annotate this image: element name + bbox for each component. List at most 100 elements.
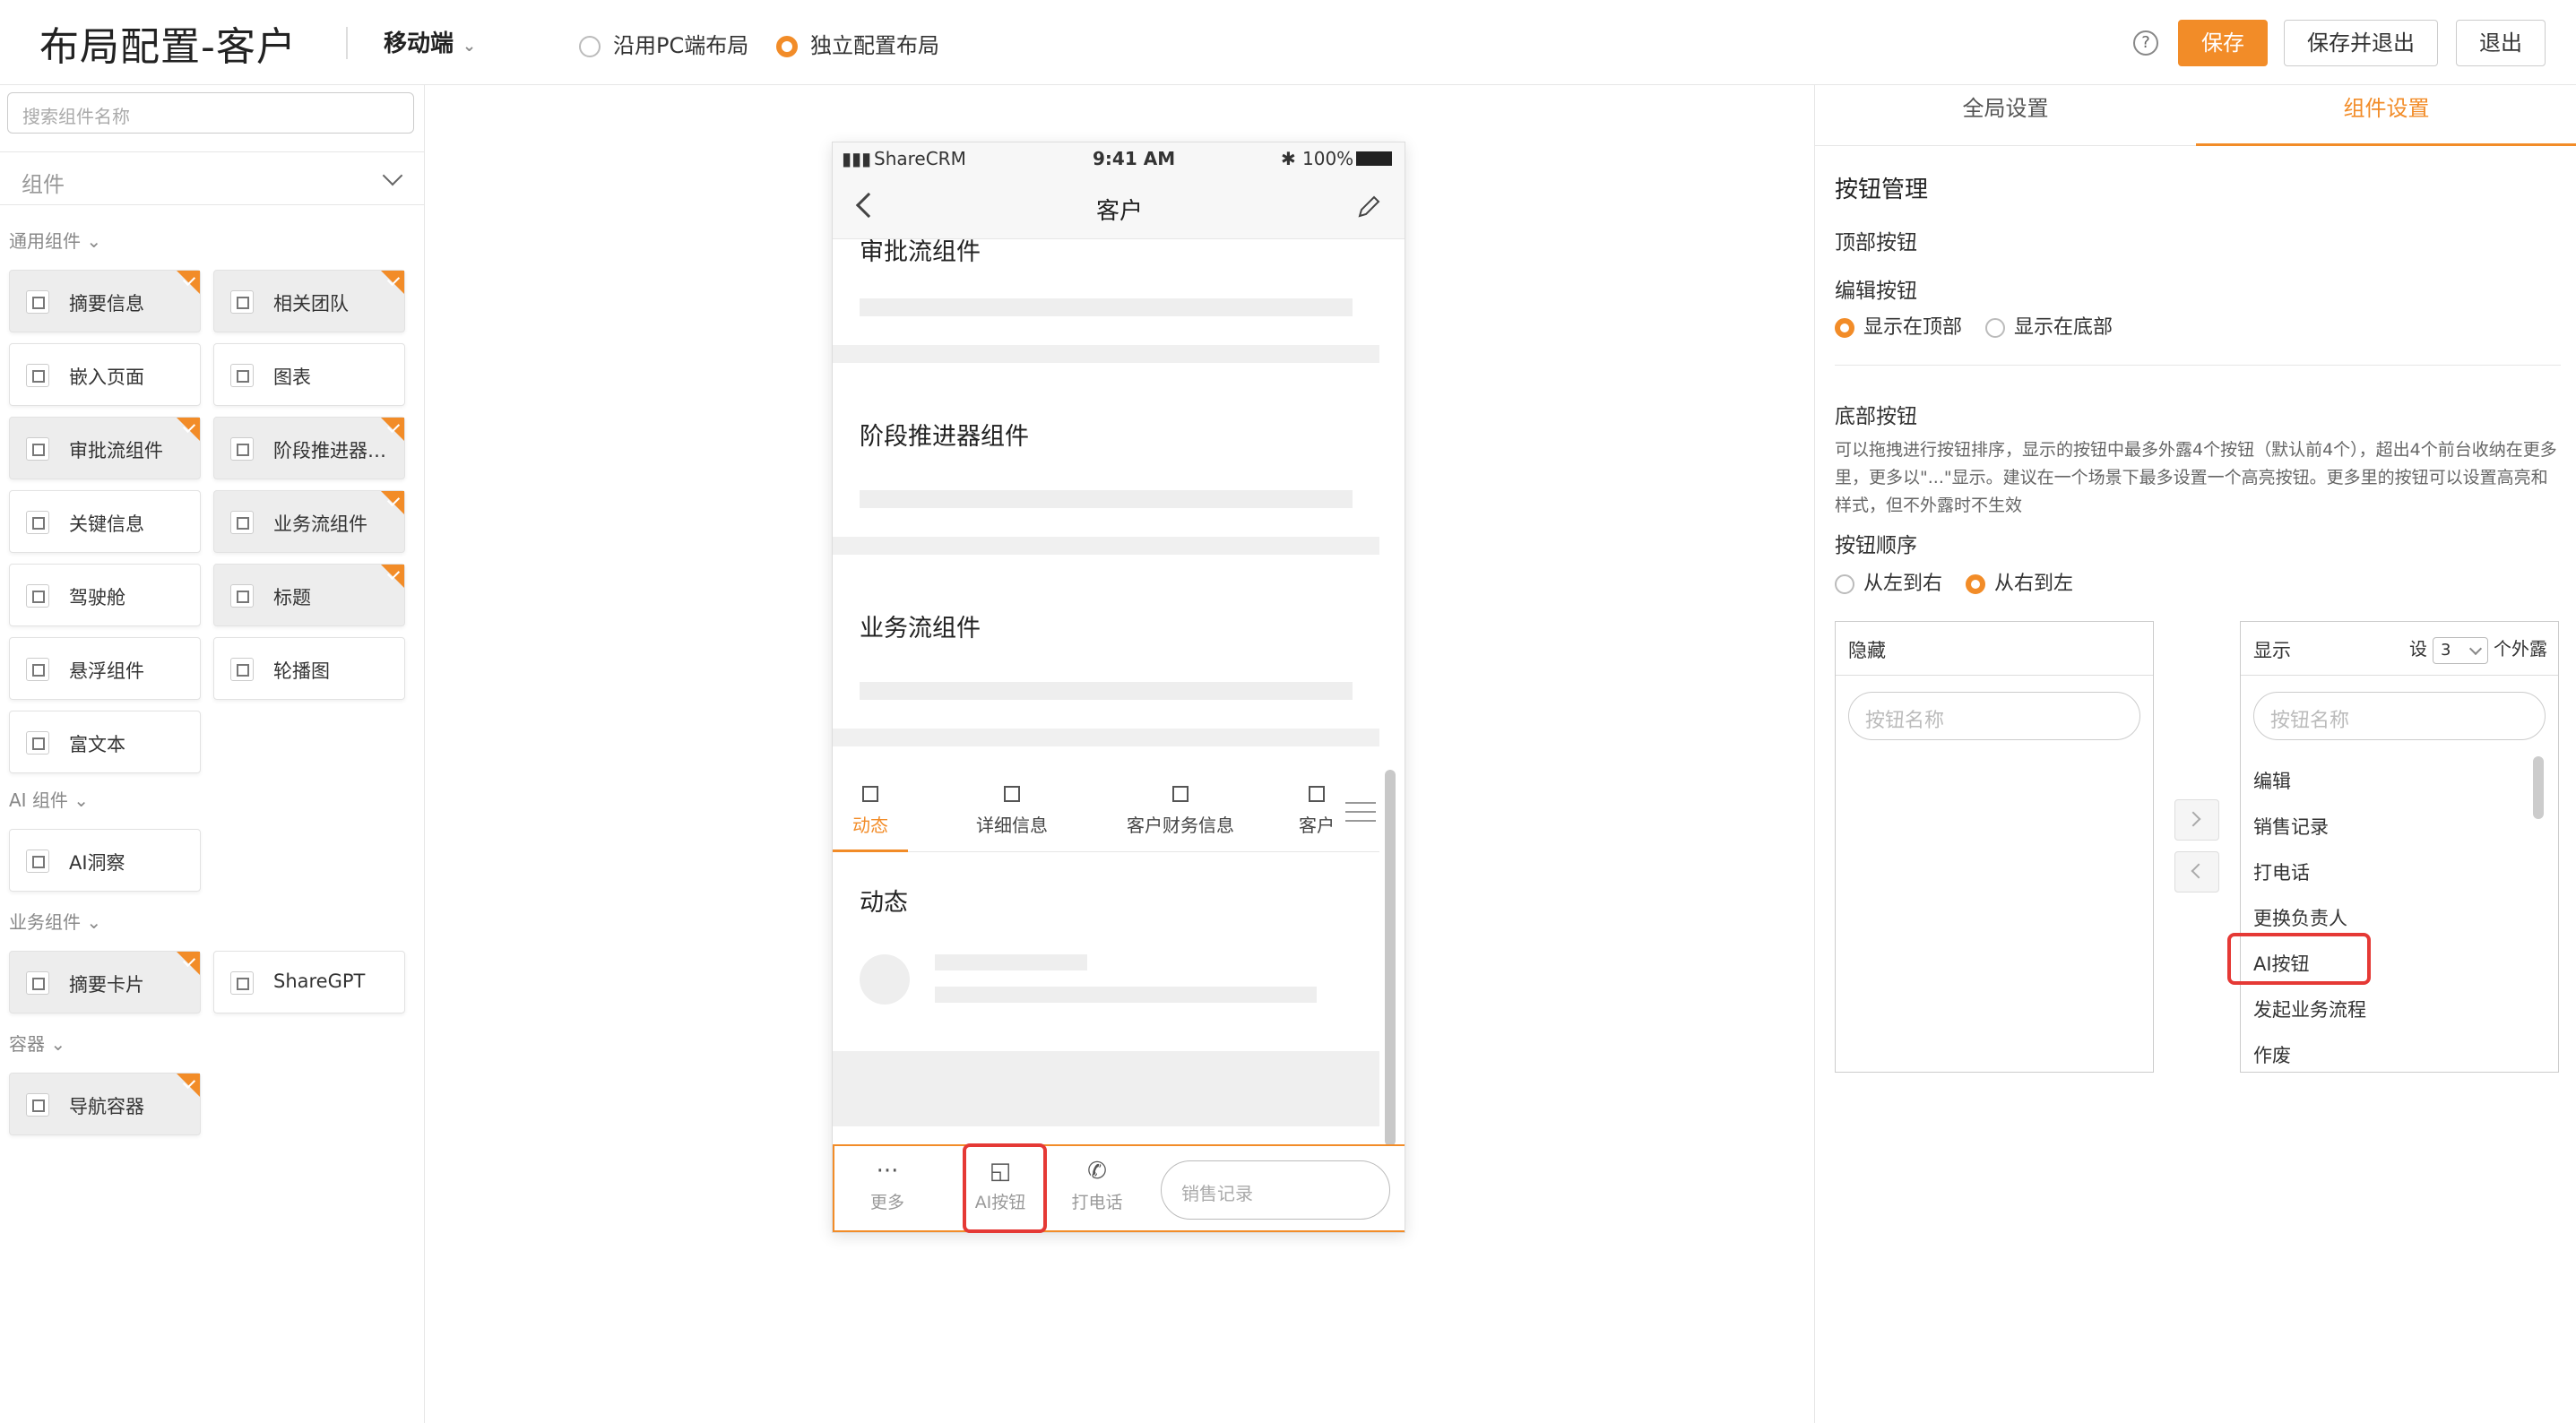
component-tile[interactable]: 阶段推进器… [213,417,405,479]
radio-label: 沿用PC端布局 [613,33,749,58]
radio-independent-layout[interactable]: 独立配置布局 [776,28,939,59]
added-check-icon [381,418,404,441]
radio-show-top[interactable]: 显示在顶部 [1835,311,1962,340]
button-list-item[interactable]: 发起业务流程 [2253,996,2366,1022]
component-icon [26,437,49,461]
expose-count-select[interactable]: 3 [2433,636,2488,664]
component-tile[interactable]: 相关团队 [213,270,405,332]
added-check-icon [381,565,404,588]
sales-record-button[interactable]: 销售记录 [1161,1160,1390,1220]
component-label: 导航容器 [69,1096,144,1117]
component-icon [230,290,254,314]
save-exit-button[interactable]: 保存并退出 [2284,20,2438,66]
skeleton-bar [935,987,1317,1003]
chevron-down-icon [382,165,403,186]
component-icon [230,364,254,387]
call-button[interactable]: ✆ 打电话 [1057,1153,1137,1227]
tab-component-settings[interactable]: 组件设置 [2196,85,2576,146]
tab-finance[interactable]: 客户财务信息 [1100,770,1261,852]
section-label: 容器 [9,1033,45,1055]
section-label: 业务组件 [9,911,81,933]
component-tile[interactable]: 摘要卡片 [9,951,201,1013]
chevron-left-icon [2191,863,2207,879]
component-icon [26,731,49,755]
expose-label: 个外露 [2494,638,2547,660]
more-icon: ··· [876,1158,899,1185]
component-label: 富文本 [69,734,125,755]
move-left-button[interactable] [2174,851,2219,893]
button-list-item[interactable]: 打电话 [2253,858,2310,885]
section-title[interactable]: 容器 ⌄ [9,1030,65,1056]
hidden-buttons-list: 隐藏 按钮名称 [1835,621,2154,1073]
move-right-button[interactable] [2174,799,2219,841]
component-tile[interactable]: 嵌入页面 [9,343,201,406]
help-icon[interactable]: ? [2133,30,2158,56]
component-label: 摘要信息 [69,293,144,315]
button-list-item[interactable]: 销售记录 [2253,813,2329,840]
component-tile[interactable]: 标题 [213,564,405,626]
component-tile[interactable]: 摘要信息 [9,270,201,332]
radio-pc-layout[interactable]: 沿用PC端布局 [579,28,748,59]
component-icon [26,290,49,314]
more-button[interactable]: ··· 更多 [847,1153,928,1227]
scrollbar[interactable] [2533,756,2544,819]
category-dropdown[interactable]: 组件 [0,151,425,205]
section-title[interactable]: AI 组件 ⌄ [9,786,89,812]
radio-label: 从右到左 [1994,573,2074,595]
component-tile[interactable]: 图表 [213,343,405,406]
phone-icon: ✆ [1087,1158,1107,1185]
bluetooth-icon: ✱ [1281,148,1296,169]
skeleton-bar [860,490,1353,508]
component-search-input[interactable]: 搜索组件名称 [7,92,414,134]
section-title[interactable]: 业务组件 ⌄ [9,908,101,934]
button-list-item[interactable]: 更换负责人 [2253,904,2347,931]
separator [833,1051,1379,1126]
chevron-right-icon [2185,811,2201,827]
component-tile[interactable]: 关键信息 [9,490,201,553]
status-bar: ▮▮▮ ShareCRM 9:41 AM ✱ 100% [833,142,1405,175]
radio-left-to-right[interactable]: 从左到右 [1835,567,1942,596]
component-label: 悬浮组件 [69,660,144,682]
device-dropdown[interactable]: 移动端 ⌄ [384,25,476,58]
component-tile[interactable]: AI洞察 [9,829,201,892]
menu-icon[interactable] [1345,802,1376,822]
component-label: 摘要卡片 [69,974,144,996]
added-check-icon [177,952,200,975]
button-list-item[interactable]: 编辑 [2253,767,2291,794]
shown-search-input[interactable]: 按钮名称 [2253,692,2546,740]
skeleton-bar [935,954,1087,970]
component-label: ShareGPT [273,970,366,992]
component-icon [26,658,49,681]
component-tile[interactable]: 富文本 [9,711,201,773]
radio-label: 从左到右 [1863,573,1943,595]
tab-dynamic[interactable]: 动态 [833,770,908,852]
component-tile[interactable]: 悬浮组件 [9,637,201,700]
component-tile[interactable]: 导航容器 [9,1073,201,1135]
button-list-item[interactable]: 作废 [2253,1041,2291,1068]
radio-circle [1835,574,1854,594]
avatar [860,954,910,1005]
component-tile[interactable]: ShareGPT [213,951,405,1013]
radio-right-to-left[interactable]: 从右到左 [1966,567,2073,596]
divider [1835,365,2561,366]
tab-global-settings[interactable]: 全局设置 [1815,85,2196,146]
component-tile[interactable]: 审批流组件 [9,417,201,479]
component-panel: 搜索组件名称 组件 通用组件 ⌄ AI 组件 ⌄ 业务组件 ⌄ 容器 ⌄ 摘要信… [0,85,425,1423]
component-label: 关键信息 [69,513,144,535]
edit-icon[interactable] [1356,193,1383,220]
component-tile[interactable]: 轮播图 [213,637,405,700]
radio-show-bottom[interactable]: 显示在底部 [1985,311,2113,340]
tab-detail[interactable]: 详细信息 [949,770,1075,852]
hidden-search-input[interactable]: 按钮名称 [1848,692,2140,740]
component-tile[interactable]: 业务流组件 [213,490,405,553]
scrollbar[interactable] [1385,770,1396,1146]
component-icon [230,971,254,995]
separator [833,537,1379,555]
tab-customer[interactable]: 客户 [1281,770,1353,852]
tab-icon [1305,782,1328,806]
tab-icon [1169,782,1192,806]
save-button[interactable]: 保存 [2178,20,2268,66]
component-tile[interactable]: 驾驶舱 [9,564,201,626]
exit-button[interactable]: 退出 [2456,20,2546,66]
section-title[interactable]: 通用组件 ⌄ [9,227,101,253]
